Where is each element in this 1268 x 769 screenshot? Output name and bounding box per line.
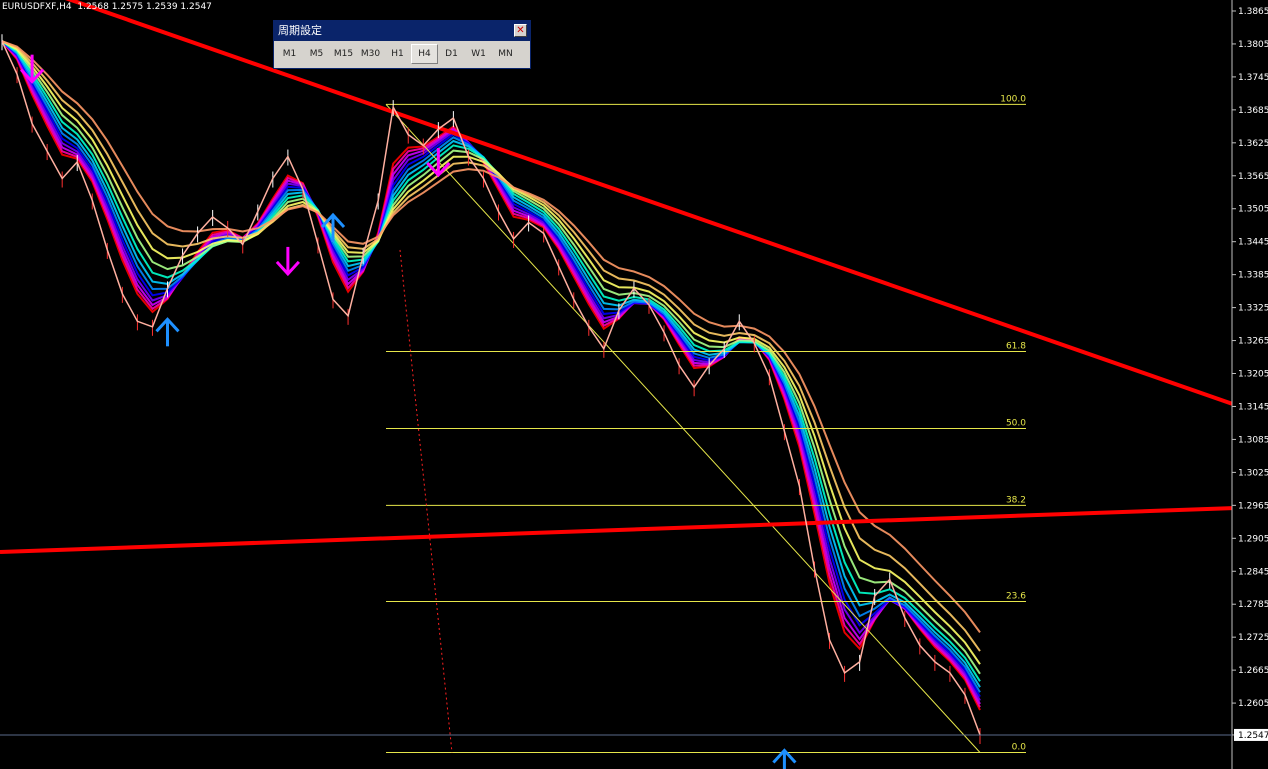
- y-tick-label: 1.3685: [1238, 106, 1268, 116]
- y-tick-label: 1.2547: [1238, 731, 1268, 741]
- y-tick-label: 1.3325: [1238, 304, 1268, 314]
- price-line-group: [1, 34, 981, 744]
- fibonacci-group: 100.0 61.8 50.0 38.2 23.6 0.0: [385, 94, 1027, 754]
- fib-level-label: 23.6: [1006, 591, 1026, 601]
- fib-level-label: 61.8: [1006, 342, 1026, 352]
- y-tick-label: 1.2605: [1238, 699, 1268, 709]
- ma-ribbon-line: [1, 40, 981, 708]
- timeframe-m30-button[interactable]: M30: [357, 44, 384, 64]
- timeframe-h1-button[interactable]: H1: [384, 44, 411, 64]
- timeframe-m15-button[interactable]: M15: [330, 44, 357, 64]
- timeframe-m1-button[interactable]: M1: [276, 44, 303, 64]
- fib-level-label: 0.0: [1012, 743, 1027, 753]
- fib-dotted-line: [399, 249, 453, 753]
- y-tick-label: 1.3625: [1238, 139, 1268, 149]
- timeframe-h4-button[interactable]: H4: [411, 44, 438, 64]
- y-tick-label: 1.3805: [1238, 40, 1268, 50]
- price-axis: 1.3865 1.3805 1.3745 1.3685 1.3625 1.3565 1.35…: [0, 7, 1268, 741]
- y-tick-label: 1.2725: [1238, 633, 1268, 643]
- ma-ribbon-group: [1, 40, 981, 711]
- y-tick-label: 1.3085: [1238, 435, 1268, 445]
- y-tick-label: 1.3445: [1238, 238, 1268, 248]
- close-button[interactable]: ✕: [514, 24, 527, 37]
- dialog-title: 周期設定: [278, 24, 322, 37]
- y-tick-label: 1.2785: [1238, 600, 1268, 610]
- y-tick-label: 1.2905: [1238, 534, 1268, 544]
- y-tick-label: 1.3565: [1238, 172, 1268, 182]
- ma-ribbon-line: [1, 40, 981, 633]
- timeframe-dialog[interactable]: 周期設定 ✕ M1 M5 M15 M30 H1 H4 D1 W1 MN: [273, 20, 531, 69]
- timeframe-m5-button[interactable]: M5: [303, 44, 330, 64]
- y-tick-label: 1.3385: [1238, 271, 1268, 281]
- y-tick-label: 1.3505: [1238, 205, 1268, 215]
- y-tick-label: 1.3205: [1238, 370, 1268, 380]
- fib-level-label: 100.0: [1000, 94, 1026, 104]
- timeframe-mn-button[interactable]: MN: [492, 44, 519, 64]
- trendline: [0, 506, 1233, 555]
- fib-level-label: 50.0: [1006, 418, 1026, 428]
- buy-arrow-icon: [155, 317, 180, 347]
- symbol-info: EURUSDFXF,H4 1.2568 1.2575 1.2539 1.2547: [2, 2, 212, 12]
- buy-arrow-icon: [772, 748, 797, 769]
- y-tick-label: 1.2845: [1238, 567, 1268, 577]
- y-tick-label: 1.3145: [1238, 402, 1268, 412]
- y-tick-label: 1.3745: [1238, 73, 1268, 83]
- ma-ribbon-line: [1, 40, 981, 705]
- dialog-title-bar[interactable]: 周期設定 ✕: [274, 21, 530, 41]
- y-tick-label: 1.2965: [1238, 501, 1268, 511]
- sell-arrow-icon: [275, 246, 300, 277]
- trendline: [64, 0, 1233, 406]
- timeframe-w1-button[interactable]: W1: [465, 44, 492, 64]
- timeframe-d1-button[interactable]: D1: [438, 44, 465, 64]
- price-chart[interactable]: 100.061.850.038.223.60.0 1.38651.38051.3…: [0, 0, 1268, 769]
- timeframe-buttons: M1 M5 M15 M30 H1 H4 D1 W1 MN: [274, 41, 530, 64]
- fib-level-label: 38.2: [1006, 495, 1026, 505]
- y-tick-label: 1.3265: [1238, 337, 1268, 347]
- ma-ribbon-line: [1, 40, 981, 711]
- y-tick-label: 1.3025: [1238, 468, 1268, 478]
- y-tick-label: 1.2665: [1238, 666, 1268, 676]
- signal-arrow-group: [19, 54, 797, 769]
- y-tick-label: 1.3865: [1238, 7, 1268, 17]
